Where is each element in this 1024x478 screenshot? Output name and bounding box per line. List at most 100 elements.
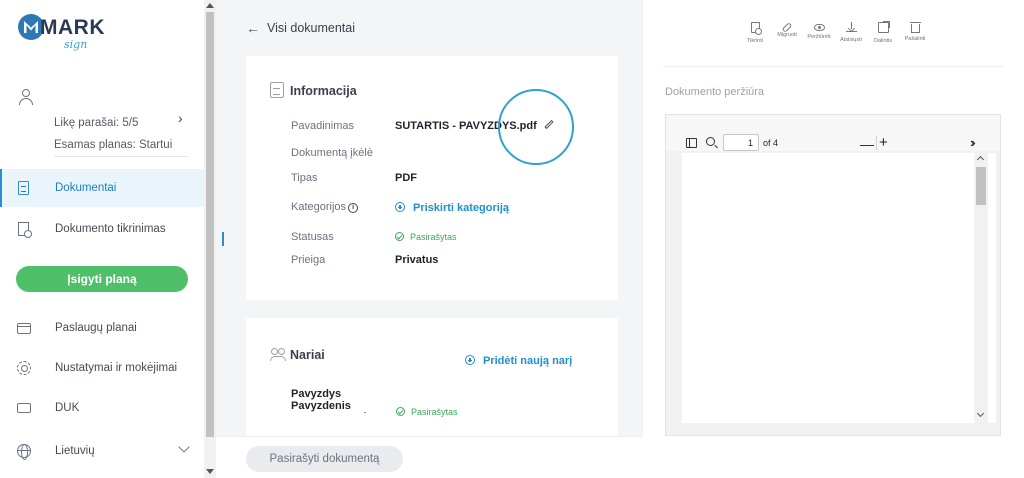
chevron-right-icon[interactable]: › <box>178 110 183 126</box>
check-button[interactable]: Tikrinti <box>739 22 771 52</box>
check-circle-icon <box>395 232 404 241</box>
sidebar-item-service-plans[interactable]: Paslaugų planai <box>0 309 204 347</box>
sidebar-item-label: Lietuvių <box>55 445 95 457</box>
sidebar-item-label: DUK <box>55 402 80 414</box>
info-icon[interactable]: i <box>348 203 359 213</box>
globe-icon <box>17 444 31 460</box>
name-label: Pavadinimas <box>291 120 354 132</box>
separator-dot <box>364 412 366 413</box>
search-icon[interactable] <box>706 137 715 146</box>
assign-category-link[interactable]: Priskirti kategoriją <box>395 202 509 214</box>
scroll-up-icon[interactable] <box>976 155 985 164</box>
logo[interactable]: MARK sign <box>18 12 105 56</box>
sidebar-scrollbar[interactable] <box>204 0 216 478</box>
sidebar-item-language[interactable]: Lietuvių <box>0 432 204 470</box>
access-value: Privatus <box>395 254 439 266</box>
trash-icon <box>909 22 921 33</box>
add-member-label: Pridėti naują narį <box>483 355 573 367</box>
member-status-text: Pasirašytas <box>411 407 458 417</box>
share-button[interactable]: Dalintis <box>867 21 899 52</box>
status-badge: Pasirašytas <box>395 232 457 242</box>
document-toolbar: Tikrinti Migruoti Peržiūrėti Atsisiųsti … <box>739 21 931 52</box>
document-check-icon <box>750 22 762 35</box>
signatures-left: Likę parašai: 5/5 <box>54 117 139 129</box>
tool-label: Migruoti <box>777 32 797 38</box>
members-card: Nariai Pridėti naują narį Pavyzdys Pavyz… <box>246 318 618 448</box>
user-icon <box>18 89 34 105</box>
check-circle-icon <box>396 407 405 416</box>
sidebar-item-documents[interactable]: Dokumentai <box>0 169 204 207</box>
plus-circle-icon <box>395 202 405 212</box>
tool-label: Dalintis <box>873 38 893 44</box>
scroll-up-icon[interactable] <box>206 3 214 8</box>
download-button[interactable]: Atsisiųsti <box>835 22 867 52</box>
app-root: MARK sign Likę parašai: 5/5 Esamas plana… <box>0 0 1024 478</box>
plan-info[interactable]: Likę parašai: 5/5 Esamas planas: Startui <box>54 112 172 156</box>
sidebar-item-label: Dokumentai <box>55 182 117 194</box>
sidebar-item-settings[interactable]: Nustatymai ir mokėjimai <box>0 349 204 387</box>
member-last-name: Pavyzdenis <box>291 400 351 412</box>
tool-label: Atsisiųsti <box>840 37 862 43</box>
sidebar-item-faq[interactable]: DUK <box>0 389 204 427</box>
member-name: Pavyzdys Pavyzdenis <box>291 388 351 412</box>
tool-label: Pašalinti <box>904 36 926 42</box>
users-icon <box>270 348 288 364</box>
sidebar-item-label: Paslaugų planai <box>55 322 137 334</box>
pdf-page[interactable] <box>682 153 996 423</box>
chat-icon <box>17 403 31 413</box>
info-card-title: Informacija <box>290 84 357 98</box>
more-tools-icon[interactable]: ›› <box>970 135 975 150</box>
zoom-in-icon[interactable]: + <box>879 134 888 151</box>
delete-button[interactable]: Pašalinti <box>899 22 931 52</box>
pdf-viewer: 1 of 4 — + ›› <box>665 114 1001 436</box>
uploaded-label: Dokumentą įkėlė <box>291 147 373 159</box>
page-count: of 4 <box>763 138 779 148</box>
members-card-title: Nariai <box>290 348 325 362</box>
view-button[interactable]: Peržiūrėti <box>803 22 835 52</box>
tool-label: Tikrinti <box>747 38 763 44</box>
page-number-input[interactable]: 1 <box>723 134 759 151</box>
scroll-thumb[interactable] <box>206 12 214 437</box>
logo-sign: sign <box>64 38 88 51</box>
current-plan: Esamas planas: Startui <box>54 139 173 151</box>
resize-handle[interactable] <box>222 232 224 246</box>
back-arrow-icon[interactable]: ← <box>246 20 260 36</box>
sidebar-toggle-icon[interactable] <box>686 138 697 148</box>
gear-icon <box>17 361 31 375</box>
divider <box>876 136 877 150</box>
migrate-button[interactable]: Migruoti <box>771 22 803 52</box>
document-check-icon <box>18 222 32 238</box>
page-title[interactable]: Visi dokumentai <box>267 21 355 35</box>
pdf-scrollbar[interactable] <box>974 153 988 423</box>
sidebar: MARK sign Likę parašai: 5/5 Esamas plana… <box>0 0 204 478</box>
logo-word: MARK <box>40 16 105 39</box>
assign-category-label: Priskirti kategoriją <box>413 202 509 214</box>
sidebar-item-label: Dokumento tikrinimas <box>55 223 166 235</box>
card-icon <box>17 323 31 334</box>
access-label: Prieiga <box>291 254 326 266</box>
preview-pane: Tikrinti Migruoti Peržiūrėti Atsisiųsti … <box>643 0 1024 478</box>
categories-label: Kategorijos <box>291 201 347 213</box>
share-icon <box>877 21 890 33</box>
member-first-name: Pavyzdys <box>291 388 342 400</box>
document-info-icon <box>270 82 284 98</box>
status-text: Pasirašytas <box>410 232 457 242</box>
highlight-circle <box>498 89 574 165</box>
plus-circle-icon <box>465 355 475 365</box>
sign-document-button[interactable]: Pasirašyti dokumentą <box>246 446 403 472</box>
zoom-out-icon[interactable]: — <box>860 136 874 152</box>
preview-title: Dokumento peržiūra <box>665 86 765 98</box>
buy-plan-button[interactable]: Įsigyti planą <box>16 266 188 292</box>
scroll-down-icon[interactable] <box>206 469 214 474</box>
divider <box>663 66 1003 67</box>
scroll-thumb[interactable] <box>976 167 986 205</box>
download-icon <box>845 22 857 32</box>
type-label: Tipas <box>291 172 318 184</box>
sidebar-item-doc-check[interactable]: Dokumento tikrinimas <box>0 210 204 248</box>
tool-label: Peržiūrėti <box>807 34 831 40</box>
scroll-down-icon[interactable] <box>976 409 985 418</box>
add-member-link[interactable]: Pridėti naują narį <box>465 351 572 369</box>
eye-icon <box>813 24 825 31</box>
document-icon <box>18 181 29 195</box>
type-value: PDF <box>395 172 417 184</box>
